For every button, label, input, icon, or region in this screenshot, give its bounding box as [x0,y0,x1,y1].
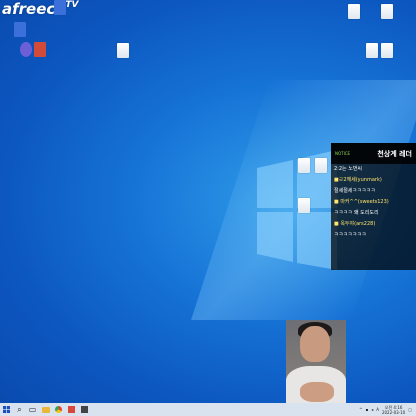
chat-message: 절세절세ㅋㅋㅋㅋㅋ [334,188,376,194]
file-icon [315,158,327,173]
app-icon[interactable] [78,403,91,416]
file-icon [348,4,360,19]
webcam-overlay [286,320,346,403]
folder-icon[interactable] [39,403,52,416]
chat-overlay: NOTICE 천상계 레더 2:2는 노번씨 ■ㄹ2께세(yunmark) 절세… [331,143,416,270]
notification-icon[interactable]: ▢ [408,407,412,412]
ime-indicator[interactable]: A [376,407,379,412]
desktop-icon[interactable] [20,42,60,59]
desktop-icon[interactable] [367,43,407,60]
taskbar: ⌕ ▭ ^ ▪ ◂ A 오전 4:16 2022-03-10 ▢ [0,403,416,416]
chat-title: 천상계 레더 [377,149,412,158]
system-tray: ^ ▪ ◂ A 오전 4:16 2022-03-10 ▢ [359,403,412,416]
chat-message: ■ 마커^^(sweets123) [334,199,389,205]
desktop-icon[interactable] [0,22,40,39]
desktop-icon[interactable] [367,4,407,21]
file-icon [381,43,393,58]
network-icon[interactable]: ▪ [365,407,368,412]
file-icon [381,4,393,19]
chat-notice-label: NOTICE [335,151,351,156]
windows-start-icon[interactable] [0,403,13,416]
desktop-icon[interactable] [103,43,143,60]
clock[interactable]: 오전 4:16 2022-03-10 [382,405,405,415]
search-icon[interactable]: ⌕ [13,403,26,416]
chevron-up-icon[interactable]: ^ [359,407,362,412]
chat-header: NOTICE 천상계 레더 [331,143,416,164]
task-view-icon[interactable]: ▭ [26,403,39,416]
streamer-hands [300,382,334,402]
desktop-icon[interactable] [40,0,80,17]
chrome-icon[interactable] [52,403,65,416]
chat-message: ㅋㅋㅋㅋ 왜 도리도리 [334,210,379,216]
file-icon [298,198,310,213]
chat-message: ■ㄹ2께세(yunmark) [334,177,382,183]
chat-message: ㅋㅋㅋㅋㅋㅋㅋ [334,232,367,238]
store-icon[interactable] [65,403,78,416]
chat-message: ■ 옥두야(ars228) [334,221,376,227]
volume-icon[interactable]: ◂ [371,407,373,412]
desktop-icon[interactable] [284,198,324,215]
app-icon [14,22,26,37]
chat-message: 2:2는 노번씨 [334,166,363,172]
app-icon [54,0,66,15]
app-icon [34,42,46,57]
streamer-face [300,326,330,362]
file-icon [117,43,129,58]
